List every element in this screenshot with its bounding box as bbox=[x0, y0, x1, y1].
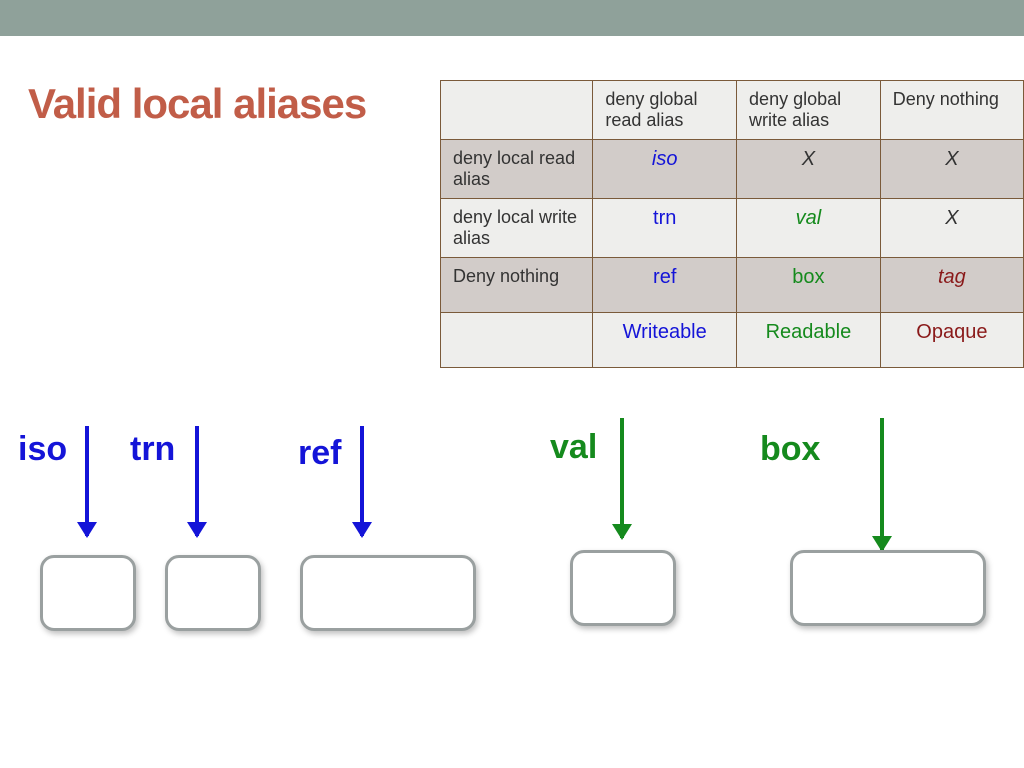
matrix-row-label: Deny nothing bbox=[441, 258, 593, 313]
capability-diagram: iso trn ref val box bbox=[0, 430, 1024, 750]
cap-label-iso: iso bbox=[18, 430, 67, 469]
matrix-footer-cell: Opaque bbox=[880, 313, 1023, 368]
object-box bbox=[570, 550, 676, 626]
matrix-cell: tag bbox=[880, 258, 1023, 313]
capability-matrix: deny global read alias deny global write… bbox=[440, 80, 1024, 368]
matrix-footer-cell: Readable bbox=[737, 313, 881, 368]
matrix-row-label: deny local read alias bbox=[441, 140, 593, 199]
matrix-cell: X bbox=[880, 140, 1023, 199]
matrix-col-header: Deny nothing bbox=[880, 81, 1023, 140]
matrix-footer-blank bbox=[441, 313, 593, 368]
arrow-icon bbox=[195, 426, 199, 536]
matrix-cell: trn bbox=[593, 199, 737, 258]
top-bar bbox=[0, 0, 1024, 36]
object-box bbox=[165, 555, 261, 631]
arrow-icon bbox=[620, 418, 624, 538]
cap-label-val: val bbox=[550, 428, 597, 467]
matrix-cell: val bbox=[737, 199, 881, 258]
matrix-cell: iso bbox=[593, 140, 737, 199]
object-box bbox=[300, 555, 476, 631]
object-box bbox=[790, 550, 986, 626]
matrix-header-row: deny global read alias deny global write… bbox=[441, 81, 1024, 140]
matrix-col-header: deny global write alias bbox=[737, 81, 881, 140]
matrix-footer-cell: Writeable bbox=[593, 313, 737, 368]
cap-label-trn: trn bbox=[130, 430, 175, 469]
matrix-cell: X bbox=[880, 199, 1023, 258]
matrix-row: deny local read alias iso X X bbox=[441, 140, 1024, 199]
matrix-col-header: deny global read alias bbox=[593, 81, 737, 140]
object-box bbox=[40, 555, 136, 631]
matrix-row: deny local write alias trn val X bbox=[441, 199, 1024, 258]
arrow-icon bbox=[85, 426, 89, 536]
arrow-icon bbox=[360, 426, 364, 536]
arrow-icon bbox=[880, 418, 884, 550]
matrix-row-label: deny local write alias bbox=[441, 199, 593, 258]
matrix-cell: box bbox=[737, 258, 881, 313]
matrix-corner-cell bbox=[441, 81, 593, 140]
matrix-row: Deny nothing ref box tag bbox=[441, 258, 1024, 313]
cap-label-ref: ref bbox=[298, 434, 341, 473]
page-title: Valid local aliases bbox=[28, 80, 366, 128]
matrix-cell: X bbox=[737, 140, 881, 199]
matrix-footer-row: Writeable Readable Opaque bbox=[441, 313, 1024, 368]
cap-label-box: box bbox=[760, 430, 820, 469]
matrix-cell: ref bbox=[593, 258, 737, 313]
